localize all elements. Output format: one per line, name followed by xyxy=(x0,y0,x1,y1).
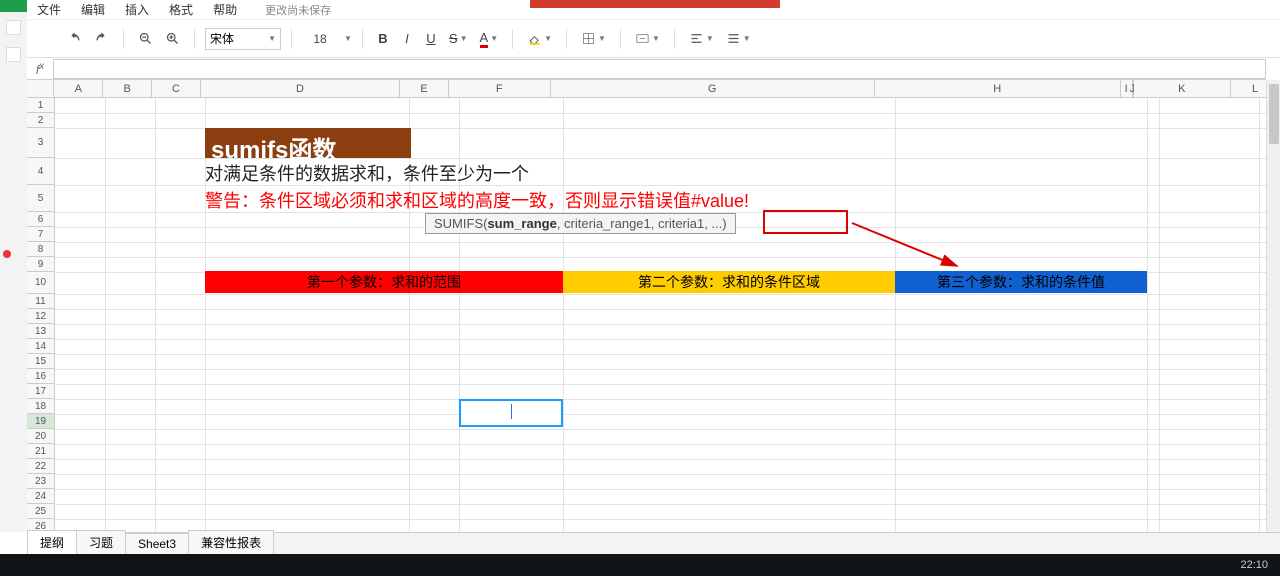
merge-button[interactable]: ▼ xyxy=(631,27,664,51)
font-color-button[interactable]: A▼ xyxy=(476,27,503,51)
col-header-B[interactable]: B xyxy=(103,80,152,98)
row-header-23[interactable]: 23 xyxy=(27,474,55,489)
tab-exercises[interactable]: 习题 xyxy=(76,530,126,554)
align-button[interactable]: ▼ xyxy=(685,27,718,51)
clock: 22:10 xyxy=(1240,559,1268,571)
row-header-17[interactable]: 17 xyxy=(27,384,55,399)
row-header-13[interactable]: 13 xyxy=(27,324,55,339)
banner-strip xyxy=(530,0,780,8)
rail-item[interactable] xyxy=(6,20,21,35)
col-header-H[interactable]: H xyxy=(875,80,1121,98)
row-header-21[interactable]: 21 xyxy=(27,444,55,459)
zoom-out-button[interactable] xyxy=(134,27,157,51)
bold-button[interactable]: B xyxy=(373,27,393,51)
tab-outline[interactable]: 提纲 xyxy=(27,530,77,554)
sheet-tabs: 提纲 习题 Sheet3 兼容性报表 xyxy=(27,532,1280,554)
redo-button[interactable] xyxy=(90,27,113,51)
row-header-1[interactable]: 1 xyxy=(27,98,55,113)
menu-help[interactable]: 帮助 xyxy=(203,1,247,18)
row-header-3[interactable]: 3 xyxy=(27,128,55,158)
scroll-thumb[interactable] xyxy=(1269,84,1279,144)
row-header-6[interactable]: 6 xyxy=(27,212,55,227)
os-taskbar: 22:10 xyxy=(0,554,1280,576)
fx-icon: fx xyxy=(27,61,53,77)
col-header-C[interactable]: C xyxy=(152,80,201,98)
save-status: 更改尚未保存 xyxy=(265,2,331,18)
row-header-2[interactable]: 2 xyxy=(27,113,55,128)
col-header-E[interactable]: E xyxy=(400,80,449,98)
strike-button[interactable]: S▼ xyxy=(445,27,472,51)
param3-bar: 第三个参数：求和的条件值 xyxy=(895,271,1147,293)
row-header-14[interactable]: 14 xyxy=(27,339,55,354)
row-header-24[interactable]: 24 xyxy=(27,489,55,504)
col-header-A[interactable]: A xyxy=(54,80,103,98)
notification-dot-icon xyxy=(3,250,11,258)
row-header-4[interactable]: 4 xyxy=(27,158,55,185)
app-corner xyxy=(0,0,27,12)
param2-bar: 第二个参数：求和的条件区域 xyxy=(563,271,895,293)
borders-button[interactable]: ▼ xyxy=(577,27,610,51)
cell-warning: 警告：条件区域必须和求和区域的高度一致，否则显示错误值#value! xyxy=(205,187,749,213)
row-header-8[interactable]: 8 xyxy=(27,242,55,257)
formula-input[interactable] xyxy=(53,59,1266,79)
row-header-25[interactable]: 25 xyxy=(27,504,55,519)
row-header-18[interactable]: 18 xyxy=(27,399,55,414)
menu-format[interactable]: 格式 xyxy=(159,1,203,18)
menu-insert[interactable]: 插入 xyxy=(115,1,159,18)
menu-file[interactable]: 文件 xyxy=(27,1,71,18)
row-header-19[interactable]: 19 xyxy=(27,414,55,429)
col-header-F[interactable]: F xyxy=(449,80,551,98)
row-header-7[interactable]: 7 xyxy=(27,227,55,242)
underline-button[interactable]: U xyxy=(421,27,441,51)
tab-sheet3[interactable]: Sheet3 xyxy=(125,533,189,554)
rail-item[interactable] xyxy=(6,47,21,62)
row-header-5[interactable]: 5 xyxy=(27,185,55,212)
selected-cell[interactable] xyxy=(459,399,563,427)
left-rail xyxy=(0,12,27,532)
undo-button[interactable] xyxy=(63,27,86,51)
italic-button[interactable]: I xyxy=(397,27,417,51)
select-all-corner[interactable] xyxy=(27,80,54,98)
cell-title: sumifs函数 xyxy=(205,128,411,158)
col-header-K[interactable]: K xyxy=(1134,80,1232,98)
font-size-select[interactable]: 18 xyxy=(302,27,338,51)
row-header-22[interactable]: 22 xyxy=(27,459,55,474)
vertical-scrollbar[interactable] xyxy=(1266,80,1280,532)
menu-edit[interactable]: 编辑 xyxy=(71,1,115,18)
col-header-D[interactable]: D xyxy=(201,80,400,98)
row-header-12[interactable]: 12 xyxy=(27,309,55,324)
row-header-9[interactable]: 9 xyxy=(27,257,55,272)
fill-color-button[interactable]: ▼ xyxy=(523,27,556,51)
zoom-in-button[interactable] xyxy=(161,27,184,51)
row-header-15[interactable]: 15 xyxy=(27,354,55,369)
row-header-16[interactable]: 16 xyxy=(27,369,55,384)
formula-bar: fx xyxy=(27,58,1266,80)
row-header-20[interactable]: 20 xyxy=(27,429,55,444)
row-header-10[interactable]: 10 xyxy=(27,272,55,294)
col-header-G[interactable]: G xyxy=(551,80,875,98)
cell-description: 对满足条件的数据求和，条件至少为一个 xyxy=(205,160,529,186)
toolbar: 宋体▼ 18▼ B I U S▼ A▼ ▼ ▼ ▼ ▼ ▼ xyxy=(27,20,1280,58)
font-select[interactable]: 宋体▼ xyxy=(205,28,281,50)
function-tooltip: SUMIFS(sum_range, criteria_range1, crite… xyxy=(425,213,736,234)
tab-compat[interactable]: 兼容性报表 xyxy=(188,530,274,554)
spreadsheet-grid[interactable]: ABCDEFGHIJKL 123456789101112131415161718… xyxy=(27,80,1280,532)
valign-button[interactable]: ▼ xyxy=(722,27,755,51)
param1-bar: 第一个参数：求和的范围 xyxy=(205,271,563,293)
row-header-11[interactable]: 11 xyxy=(27,294,55,309)
